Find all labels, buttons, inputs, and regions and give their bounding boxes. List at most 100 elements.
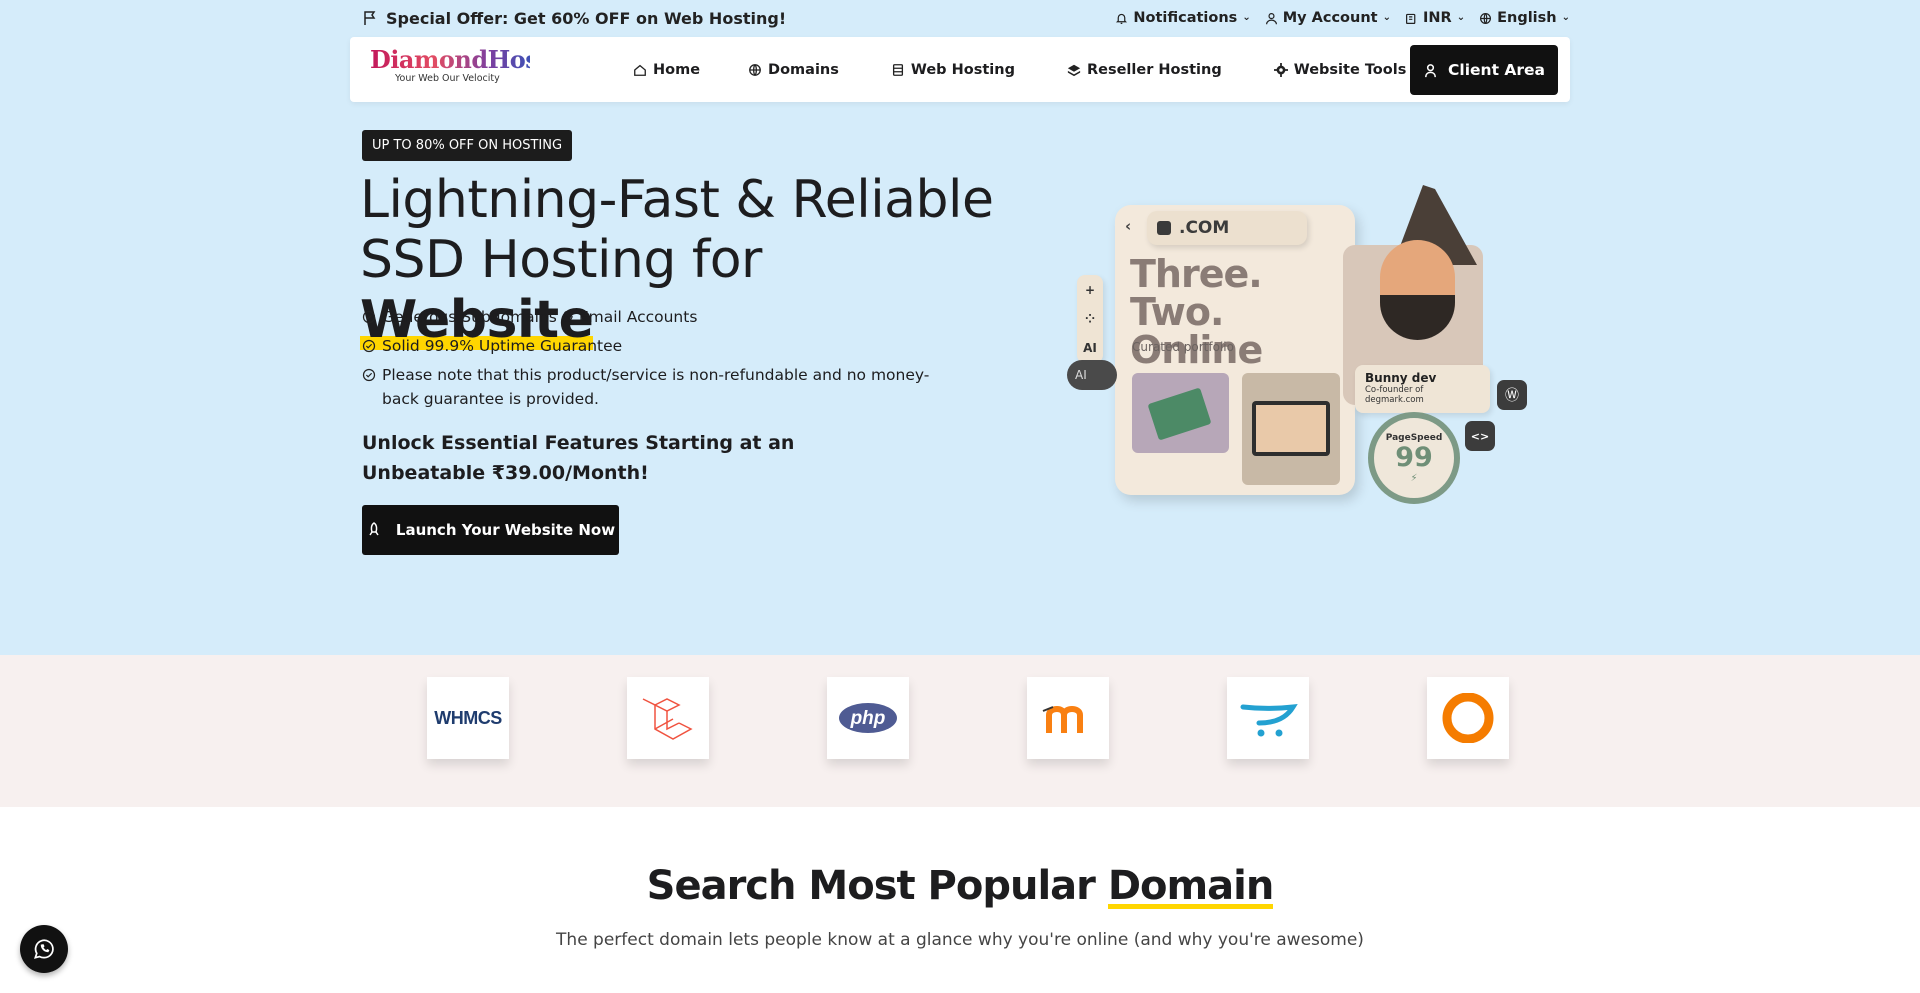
- globe-icon: [749, 63, 761, 76]
- top-menus: Notifications ⌄ My Account ⌄ INR ⌄ Engli…: [1115, 10, 1570, 26]
- side-toolbar: + ⁘ AI: [1077, 275, 1103, 363]
- feature-item: Generous Subdomains & Email Accounts: [362, 305, 962, 329]
- gauge-label: PageSpeed: [1385, 432, 1443, 443]
- headline-text: Lightning-Fast & Reliable SSD Hosting fo…: [360, 170, 994, 290]
- client-area-label: Client Area: [1448, 61, 1545, 79]
- discount-badge: UP TO 80% OFF ON HOSTING: [362, 130, 573, 161]
- tech-logos-strip: WHMCS php: [0, 655, 1920, 807]
- notifications-label: Notifications: [1133, 10, 1238, 26]
- laptop-image: [1252, 401, 1330, 456]
- currency-menu[interactable]: INR ⌄: [1405, 10, 1465, 26]
- code-icon: <>: [1465, 421, 1495, 451]
- my-account-menu[interactable]: My Account ⌄: [1265, 10, 1391, 26]
- nav-domains[interactable]: Domains: [748, 62, 839, 78]
- chevron-down-icon: ⌄: [1561, 11, 1570, 23]
- my-account-label: My Account: [1282, 10, 1378, 26]
- whatsapp-chat-button[interactable]: [20, 925, 68, 973]
- check-icon: [1157, 221, 1171, 235]
- layers-icon: [1067, 64, 1081, 76]
- language-label: English: [1497, 10, 1557, 26]
- currency-icon: [1406, 13, 1416, 24]
- special-offer[interactable]: Special Offer: Get 60% OFF on Web Hostin…: [362, 9, 786, 28]
- whmcs-logo[interactable]: WHMCS: [427, 677, 509, 759]
- opera-logo[interactable]: [1427, 677, 1509, 759]
- price-text: Unlock Essential Features Starting at an…: [362, 432, 795, 484]
- feature-item: Solid 99.9% Uptime Guarantee: [362, 334, 962, 358]
- chevron-down-icon: ⌄: [1456, 11, 1466, 23]
- feature-text: Generous Subdomains & Email Accounts: [382, 308, 698, 326]
- domain-text: .COM: [1179, 218, 1230, 238]
- person-card: Bunny dev Co-founder of degmark.com: [1355, 365, 1490, 413]
- feature-text: Please note that this product/service is…: [382, 366, 930, 408]
- rocket-icon: [369, 522, 379, 536]
- site-logo[interactable]: DiamondHost Your Web Our Velocity: [370, 45, 549, 91]
- nav-web-hosting-label: Web Hosting: [910, 61, 1015, 78]
- cart-icon: [1240, 703, 1298, 737]
- whatsapp-icon: [34, 939, 54, 959]
- logo-text: DiamondHost: [370, 45, 549, 74]
- feature-list: Generous Subdomains & Email Accounts Sol…: [362, 305, 962, 416]
- nav-home[interactable]: Home: [633, 62, 700, 78]
- person-role: Co-founder of degmark.com: [1365, 385, 1424, 405]
- hero-illustration: ‹ .COM Three. Two. Online Curated portfo…: [1067, 185, 1535, 505]
- gear-icon: [1273, 62, 1288, 77]
- domain-section-title: Search Most Popular Domain: [0, 863, 1920, 909]
- php-logo[interactable]: php: [827, 677, 909, 759]
- nav-links: Home Domains Web Hosting Reseller Hostin…: [633, 37, 1406, 102]
- domain-pill: .COM: [1147, 211, 1307, 245]
- main-navbar: DiamondHost Your Web Our Velocity Home D…: [350, 37, 1570, 102]
- illustration-subtitle: Curated portfolio: [1132, 340, 1234, 354]
- svg-text:php: php: [850, 708, 886, 729]
- nav-web-hosting[interactable]: Web Hosting: [891, 62, 1015, 78]
- feature-item: Please note that this product/service is…: [362, 363, 962, 411]
- offer-text: Special Offer: Get 60% OFF on Web Hostin…: [386, 8, 787, 28]
- chevron-down-icon: ⌄: [1242, 11, 1251, 23]
- wordpress-icon: Ⓦ: [1497, 380, 1527, 410]
- book-image: [1147, 387, 1212, 441]
- home-icon: [634, 64, 646, 76]
- launch-website-button[interactable]: Launch Your Website Now: [362, 505, 619, 555]
- chevron-down-icon: ⌄: [1382, 11, 1391, 23]
- domain-section-subtitle: The perfect domain lets people know at a…: [556, 930, 1364, 950]
- grid-icon: ⁘: [1084, 311, 1096, 326]
- gauge-value: 99: [1395, 441, 1433, 473]
- laravel-icon: [642, 698, 693, 740]
- flag-icon: [364, 11, 376, 25]
- nav-reseller-hosting[interactable]: Reseller Hosting: [1067, 62, 1222, 78]
- bell-icon: [1116, 13, 1128, 24]
- moodle-icon: [1042, 705, 1083, 733]
- launch-label: Launch Your Website Now: [395, 521, 616, 539]
- nav-reseller-hosting-label: Reseller Hosting: [1086, 61, 1222, 78]
- feature-text: Solid 99.9% Uptime Guarantee: [382, 337, 623, 355]
- check-circle-icon: [362, 310, 376, 324]
- whmcs-text: WHMCS: [434, 707, 502, 728]
- pagespeed-gauge: PageSpeed 99 ⚡: [1368, 412, 1460, 504]
- ai-pill: AI: [1067, 360, 1117, 390]
- nav-home-label: Home: [653, 61, 701, 78]
- logo-tagline: Your Web Our Velocity: [395, 73, 500, 84]
- language-menu[interactable]: English ⌄: [1479, 10, 1570, 26]
- moodle-logo[interactable]: [1027, 677, 1109, 759]
- nav-website-tools[interactable]: Website Tools: [1273, 61, 1407, 78]
- check-circle-icon: [362, 368, 376, 382]
- laptop-thumbnail: [1242, 373, 1340, 485]
- ai-label: AI: [1083, 341, 1097, 356]
- opera-icon: [1442, 693, 1494, 743]
- bolt-icon: ⚡: [1410, 472, 1418, 484]
- notifications-menu[interactable]: Notifications ⌄: [1115, 10, 1251, 26]
- person-name: Bunny dev: [1365, 371, 1437, 385]
- nav-website-tools-label: Website Tools: [1293, 61, 1407, 78]
- client-area-button[interactable]: Client Area: [1410, 45, 1558, 95]
- laravel-logo[interactable]: [627, 677, 709, 759]
- opencart-logo[interactable]: [1227, 677, 1309, 759]
- back-arrow-icon: ‹: [1125, 217, 1132, 235]
- check-circle-icon: [362, 339, 376, 353]
- plus-icon: +: [1084, 282, 1096, 297]
- domain-title-highlight: Domain: [1107, 863, 1274, 909]
- user-icon: [1265, 12, 1277, 24]
- php-icon: php: [839, 703, 897, 733]
- globe-icon: [1480, 12, 1492, 24]
- top-bar: Special Offer: Get 60% OFF on Web Hostin…: [362, 0, 1570, 36]
- currency-label: INR: [1423, 10, 1452, 26]
- book-thumbnail: [1132, 373, 1229, 453]
